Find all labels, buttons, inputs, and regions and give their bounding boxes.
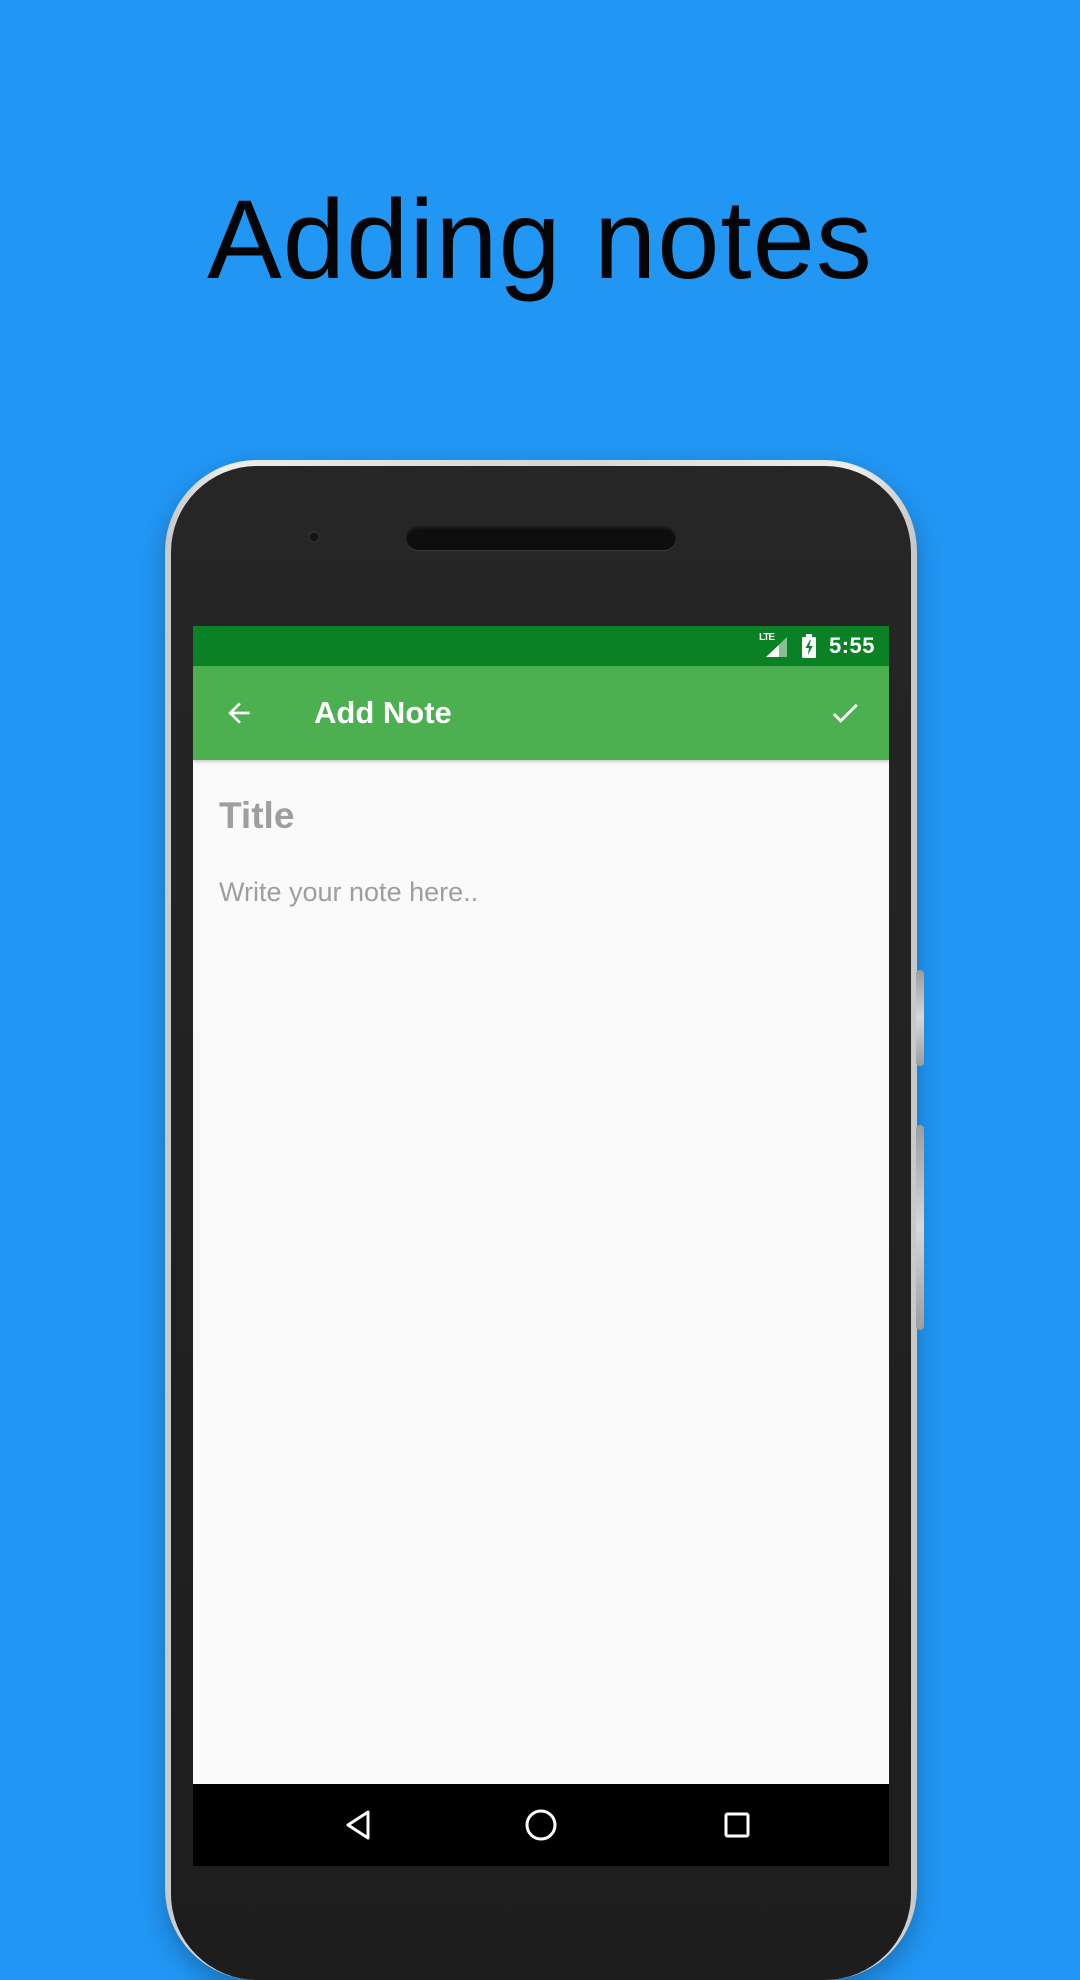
circle-home-icon (525, 1809, 557, 1841)
system-back-button[interactable] (337, 1804, 379, 1846)
arrow-left-icon (228, 702, 250, 724)
promo-headline: Adding notes (207, 177, 873, 302)
phone-body: LTE 5:55 Add Note Title Write your note … (171, 466, 911, 1980)
status-bar: LTE 5:55 (193, 626, 889, 666)
square-recents-icon (724, 1812, 750, 1838)
android-navigation-bar (193, 1784, 889, 1866)
page-title: Add Note (314, 695, 452, 730)
battery-charging-icon (801, 634, 817, 658)
status-icons: LTE 5:55 (759, 626, 875, 666)
app-toolbar: Add Note (193, 666, 889, 760)
volume-button (916, 1125, 924, 1330)
note-editor: Title Write your note here.. (193, 760, 889, 1784)
save-note-button[interactable] (821, 689, 869, 737)
checkmark-icon (832, 703, 858, 723)
system-recents-button[interactable] (716, 1804, 758, 1846)
phone-frame: LTE 5:55 Add Note Title Write your note … (165, 460, 924, 1980)
power-button (916, 970, 924, 1066)
front-camera-icon (307, 530, 321, 544)
system-home-button[interactable] (520, 1804, 562, 1846)
note-body-input[interactable]: Write your note here.. (219, 870, 859, 914)
status-time: 5:55 (828, 633, 875, 658)
earpiece-speaker (406, 526, 676, 550)
back-button[interactable] (215, 689, 263, 737)
triangle-back-icon (346, 1810, 370, 1840)
phone-screen: LTE 5:55 Add Note Title Write your note … (193, 626, 889, 1866)
note-title-input[interactable]: Title (219, 788, 859, 844)
lte-signal-icon: LTE (759, 632, 789, 658)
